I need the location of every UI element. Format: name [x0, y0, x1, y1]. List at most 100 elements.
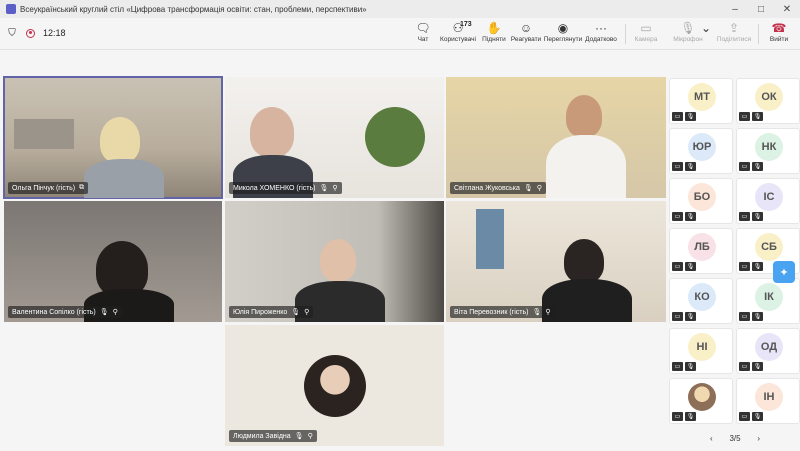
avatar-initials: ОД	[755, 333, 783, 361]
pin-icon: ⚲	[536, 185, 542, 192]
participant-avatar-tile[interactable]: КО ▭ 🎙	[669, 278, 733, 324]
pin-icon: ⚲	[307, 433, 313, 440]
chevron-right-icon[interactable]: ›	[757, 434, 760, 443]
avatar-initials: ЮР	[688, 133, 716, 161]
mic-icon: 🎙	[532, 309, 542, 316]
camera-off-icon: ▭	[739, 162, 750, 171]
participant-avatar-tile[interactable]: ІС ▭ 🎙	[736, 178, 800, 224]
participant-avatar-tile[interactable]: ОД ▭ 🎙	[736, 328, 800, 374]
camera-off-icon: ▭	[672, 162, 683, 171]
participant-avatar-tile[interactable]: ІН ▭ 🎙	[736, 378, 800, 424]
mic-off-icon: 🎙	[685, 312, 696, 321]
mic-off-icon: 🎙	[685, 162, 696, 171]
participant-avatar-tile[interactable]: ІК ▭ 🎙	[736, 278, 800, 324]
pin-icon: ⚲	[112, 309, 118, 316]
screen-share-icon: ⧉	[79, 184, 85, 191]
participant-avatar-tile[interactable]: ОК ▭ 🎙	[736, 78, 800, 124]
wall-frames	[14, 119, 74, 149]
camera-button[interactable]: ▭ Камера	[626, 20, 666, 48]
pin-icon: ⚲	[545, 309, 551, 316]
people-count: 173	[460, 21, 472, 28]
mic-off-icon: 🎙	[752, 112, 763, 121]
participant-avatar-tile[interactable]: ▭ 🎙	[669, 378, 733, 424]
participant-video	[564, 239, 604, 283]
video-tile[interactable]: Микола ХОМЕНКО (гість) 🎙 ⚲	[225, 77, 444, 198]
close-button[interactable]: ✕	[774, 4, 800, 15]
avatar-initials: ІС	[755, 183, 783, 211]
chat-icon: 🗨	[415, 21, 431, 35]
participant-video	[320, 239, 356, 281]
participant-avatar-tile[interactable]: ЛБ ▭ 🎙	[669, 228, 733, 274]
maximize-button[interactable]: □	[748, 4, 774, 15]
participant-nameplate: Людмила Завідна 🎙 ⚲	[229, 430, 317, 442]
camera-off-icon: ▭	[739, 262, 750, 271]
leave-button[interactable]: ☎ Вийти	[759, 20, 799, 48]
video-tile[interactable]: Юлія Пироженко 🎙 ⚲	[225, 201, 444, 322]
video-tile[interactable]: Валентина Сопілко (гість) 🎙 ⚲	[4, 201, 222, 322]
share-button[interactable]: ⇪ Поділитися	[714, 20, 754, 48]
camera-off-icon: ▭	[739, 362, 750, 371]
mic-icon: 🎙	[319, 185, 329, 192]
mic-icon: 🎙	[99, 309, 109, 316]
avatar-initials: НІ	[688, 333, 716, 361]
participant-avatar	[304, 355, 366, 417]
video-tile[interactable]: Ольга Пінчук (гість) ⧉	[3, 76, 223, 199]
meeting-toolbar: ⛉ 12:18 🗨 Чат ⚇ Користувачі 173 ✋ Піднят…	[0, 18, 800, 50]
camera-off-icon: ▭	[739, 112, 750, 121]
participant-avatar-tile[interactable]: НК ▭ 🎙	[736, 128, 800, 174]
mic-off-icon: 🎙	[685, 212, 696, 221]
teams-logo-icon	[6, 4, 16, 14]
mic-icon: 🎙	[291, 309, 301, 316]
mic-off-icon: 🎙	[752, 362, 763, 371]
avatar-photo	[688, 383, 716, 411]
recording-icon	[26, 28, 35, 38]
plant-background	[365, 107, 425, 167]
participant-video	[100, 117, 140, 163]
video-tile[interactable]: Людмила Завідна 🎙 ⚲	[225, 325, 444, 446]
floating-app-button[interactable]: ✦	[773, 261, 795, 283]
camera-off-icon: ▭	[739, 312, 750, 321]
pin-icon: ⚲	[304, 309, 310, 316]
mic-off-icon: 🎙	[752, 212, 763, 221]
smile-icon: ☺	[519, 21, 533, 35]
video-tile[interactable]: Світлана Жуковська 🎙 ⚲	[446, 77, 666, 198]
chevron-left-icon[interactable]: ‹	[710, 434, 713, 443]
title-bar: Всеукраїнський круглий стіл «Цифрова тра…	[0, 0, 800, 18]
minimize-button[interactable]: –	[722, 4, 748, 15]
participant-avatar-tile[interactable]: МТ ▭ 🎙	[669, 78, 733, 124]
view-button[interactable]: ◉ Переглянути	[543, 20, 583, 48]
avatar-initials: МТ	[688, 83, 716, 111]
mic-off-icon: 🎙	[685, 112, 696, 121]
avatar-initials: СБ	[755, 233, 783, 261]
avatar-initials: БО	[688, 183, 716, 211]
participant-avatar-tile[interactable]: ЮР ▭ 🎙	[669, 128, 733, 174]
shield-icon[interactable]: ⛉	[6, 27, 18, 39]
avatar-initials: ІК	[755, 283, 783, 311]
mic-options-button[interactable]: ⌄	[696, 20, 716, 48]
participant-avatar-tile[interactable]: НІ ▭ 🎙	[669, 328, 733, 374]
avatar-initials: ОК	[755, 83, 783, 111]
camera-off-icon: ▭	[739, 212, 750, 221]
camera-off-icon: ▭	[672, 312, 683, 321]
page-indicator: 3/5	[729, 433, 741, 443]
participant-nameplate: Юлія Пироженко 🎙 ⚲	[229, 306, 314, 318]
gallery-pager: ‹ 3/5 ›	[710, 431, 760, 445]
chat-button[interactable]: 🗨 Чат	[403, 20, 443, 48]
mic-off-icon: 🎙	[752, 162, 763, 171]
mic-off-icon: 🎙	[752, 412, 763, 421]
avatar-initials: НК	[755, 133, 783, 161]
react-button[interactable]: ☺ Реагувати	[506, 20, 546, 48]
camera-off-icon: ▭	[672, 212, 683, 221]
mic-off-icon: 🎙	[685, 412, 696, 421]
participant-avatar-tile[interactable]: БО ▭ 🎙	[669, 178, 733, 224]
video-tile[interactable]: Віта Перевозник (гість) 🎙 ⚲	[446, 201, 666, 322]
meeting-timer: 12:18	[43, 28, 66, 38]
window-title: Всеукраїнський круглий стіл «Цифрова тра…	[20, 4, 367, 14]
pin-icon: ⚲	[332, 185, 338, 192]
avatar-initials: КО	[688, 283, 716, 311]
more-button[interactable]: ··· Додатково	[581, 20, 621, 48]
participant-video	[566, 95, 602, 137]
eye-icon: ◉	[557, 21, 569, 35]
mic-off-icon: 🎙	[685, 362, 696, 371]
people-button[interactable]: ⚇ Користувачі	[438, 20, 478, 48]
